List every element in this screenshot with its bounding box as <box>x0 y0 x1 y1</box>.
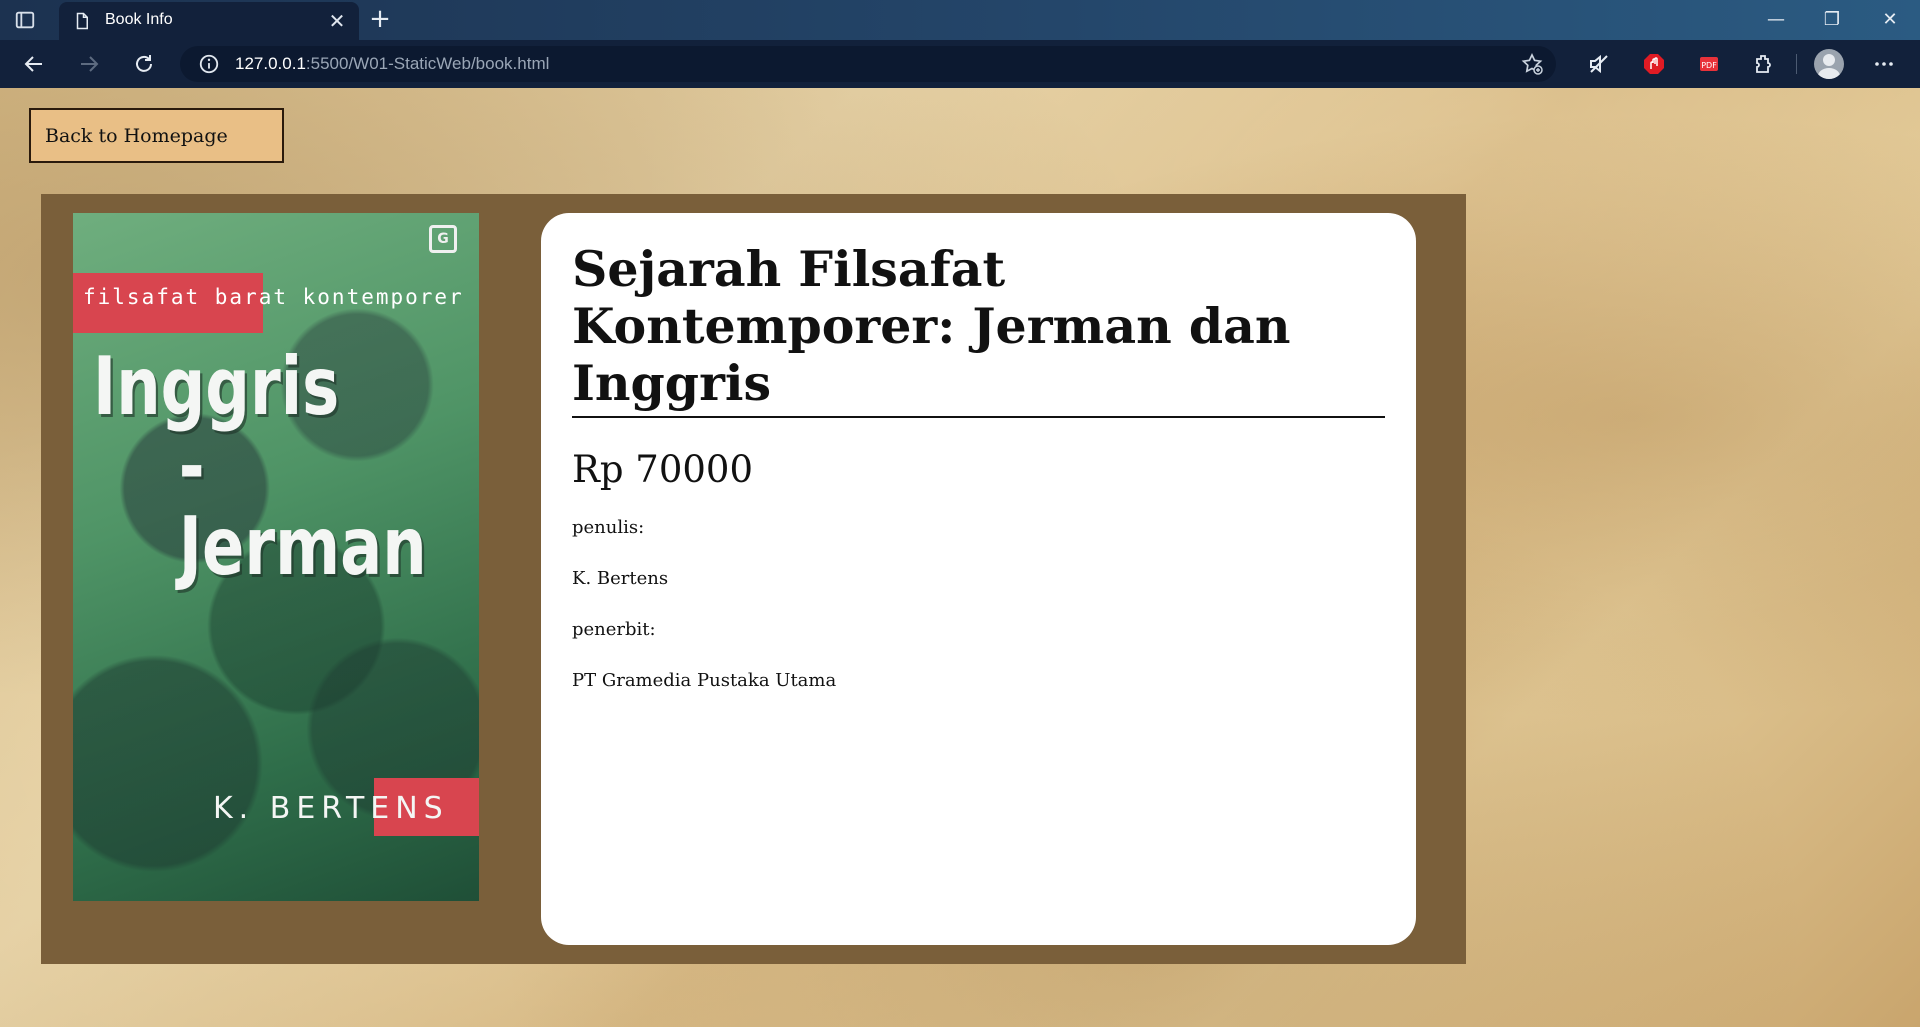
minimize-icon[interactable]: — <box>1748 0 1804 40</box>
address-bar[interactable]: 127.0.0.1:5500/W01-StaticWeb/book.html <box>180 46 1556 82</box>
publisher-value: PT Gramedia Pustaka Utama <box>572 670 837 691</box>
refresh-icon[interactable] <box>132 52 156 76</box>
page-icon <box>73 12 91 30</box>
adblock-icon[interactable] <box>1642 52 1666 76</box>
browser-toolbar: 127.0.0.1:5500/W01-StaticWeb/book.html P… <box>0 40 1920 88</box>
info-icon[interactable] <box>198 53 220 75</box>
publisher-label: penerbit: <box>572 619 656 640</box>
tab-bar: Book Info ✕ + — ❐ ✕ <box>0 0 1920 40</box>
cover-title-line2: -Jerman <box>178 420 427 593</box>
active-tab[interactable]: Book Info ✕ <box>59 2 359 40</box>
cover-series-text: filsafat barat kontemporer <box>83 285 464 309</box>
favorites-icon[interactable] <box>1520 52 1544 76</box>
back-icon[interactable] <box>22 52 46 76</box>
url-host: 127.0.0.1 <box>235 54 306 73</box>
cover-author: K. BERTENS <box>213 791 449 826</box>
read-aloud-icon[interactable] <box>1587 52 1611 76</box>
book-info-panel: Sejarah Filsafat Kontemporer: Jerman dan… <box>541 213 1416 945</box>
forward-icon[interactable] <box>77 52 101 76</box>
book-price: Rp 70000 <box>572 448 754 491</box>
publisher-logo-icon: G <box>429 225 457 253</box>
restore-icon[interactable]: ❐ <box>1804 0 1860 40</box>
close-icon[interactable]: ✕ <box>327 11 347 31</box>
pdf-icon[interactable]: PDF <box>1697 52 1721 76</box>
url-text[interactable]: 127.0.0.1:5500/W01-StaticWeb/book.html <box>235 54 549 74</box>
book-cover-image: G filsafat barat kontemporer Inggris -Je… <box>73 213 479 901</box>
more-icon[interactable] <box>1872 52 1896 76</box>
back-to-homepage-button[interactable]: Back to Homepage <box>29 108 284 163</box>
page-viewport: Back to Homepage G filsafat barat kontem… <box>0 88 1920 1027</box>
url-path: :5500/W01-StaticWeb/book.html <box>305 54 550 73</box>
book-card: G filsafat barat kontemporer Inggris -Je… <box>41 194 1466 964</box>
book-title: Sejarah Filsafat Kontemporer: Jerman dan… <box>572 241 1385 418</box>
window-close-icon[interactable]: ✕ <box>1862 0 1918 40</box>
author-value: K. Bertens <box>572 568 669 589</box>
svg-text:PDF: PDF <box>1701 61 1717 70</box>
plus-icon[interactable]: + <box>368 6 392 32</box>
cover-title: Inggris -Jerman <box>93 340 427 593</box>
profile-avatar[interactable] <box>1814 49 1844 79</box>
extensions-icon[interactable] <box>1752 52 1776 76</box>
toolbar-divider <box>1796 54 1797 74</box>
author-label: penulis: <box>572 517 645 538</box>
tab-actions-icon[interactable] <box>14 9 36 31</box>
tab-title: Book Info <box>105 11 173 28</box>
cover-title-line1: Inggris <box>93 340 340 433</box>
